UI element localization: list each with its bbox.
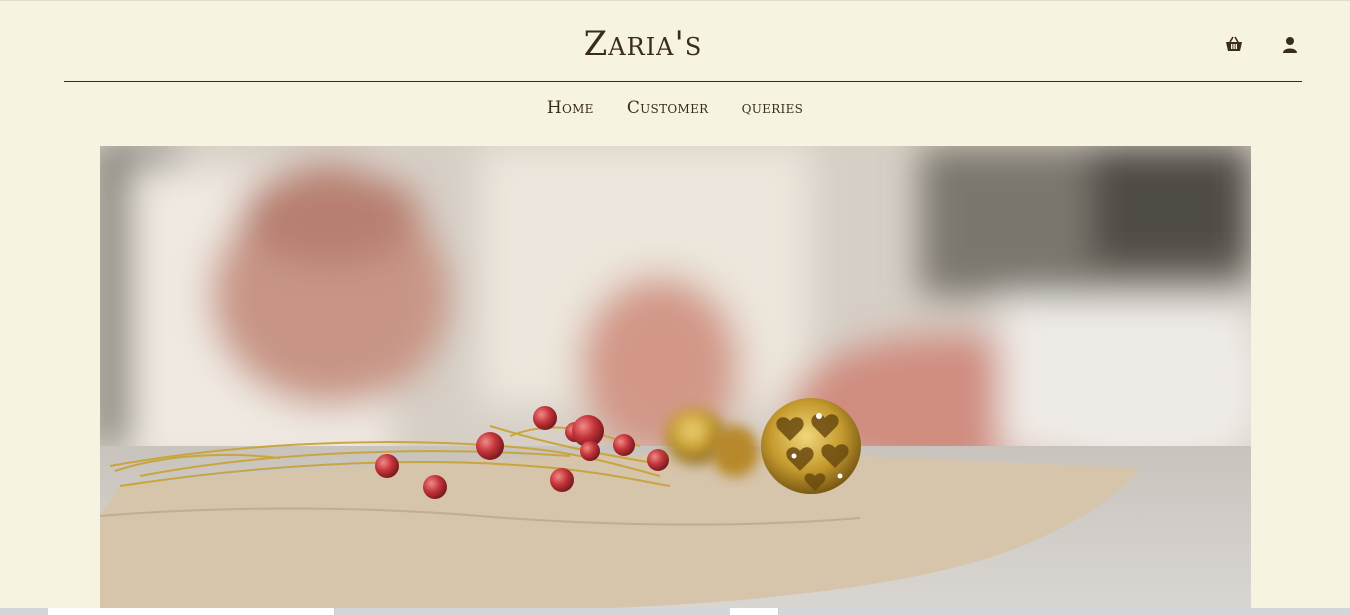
nav-item-home[interactable]: Home [547,98,594,118]
header-divider [64,81,1302,82]
taskbar-tab[interactable] [730,608,779,615]
top-border [0,0,1350,1]
main-nav: Home Customer queries [0,98,1350,118]
user-icon[interactable] [1279,34,1301,56]
brand-logo[interactable]: Zaria's [0,24,1286,64]
shopping-basket-icon[interactable] [1223,34,1245,56]
hero-image [100,146,1251,608]
taskbar-tab[interactable] [48,608,335,615]
nav-item-customer[interactable]: Customer [627,98,709,118]
nav-item-queries[interactable]: queries [742,98,804,118]
